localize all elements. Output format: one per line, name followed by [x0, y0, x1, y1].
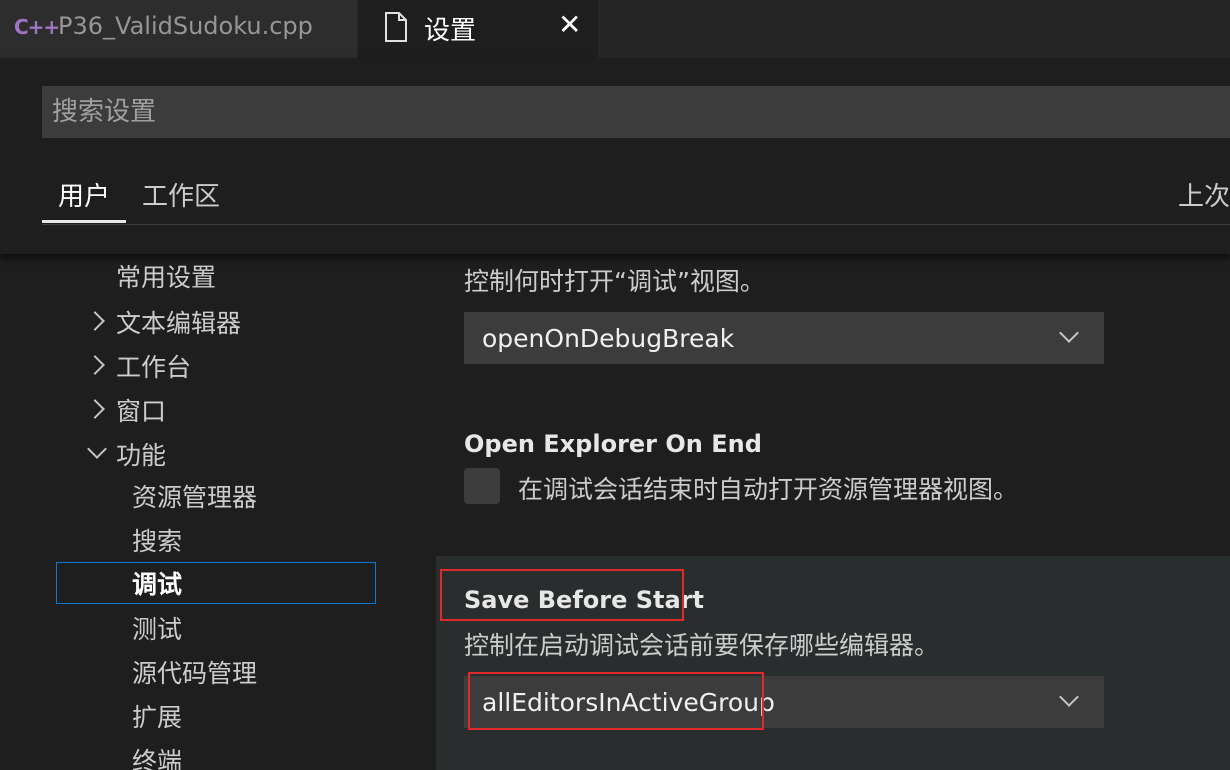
close-icon[interactable]: ✕ — [558, 8, 581, 41]
toc-item-search[interactable]: 搜索 — [132, 520, 182, 560]
toc-item-terminal[interactable]: 终端 — [132, 740, 182, 770]
open-explorer-on-end-checkbox[interactable] — [464, 468, 500, 504]
tab-cpp-file[interactable]: C++ P36_ValidSudoku.cpp — [0, 0, 358, 58]
chevron-right-icon — [85, 399, 105, 419]
toc-item-debug[interactable]: 调试 — [56, 562, 376, 604]
toc-item-label: 源代码管理 — [132, 659, 258, 688]
tab-settings-label: 设置 — [424, 16, 477, 46]
toc-item-explorer[interactable]: 资源管理器 — [132, 476, 257, 516]
chevron-down-icon — [1059, 687, 1079, 707]
editor-tab-bar: C++ P36_ValidSudoku.cpp 设置 ✕ — [0, 0, 1230, 58]
last-sync-label: 上次 — [1177, 182, 1230, 212]
tab-cpp-file-label: P36_ValidSudoku.cpp — [58, 12, 313, 40]
open-debug-value: openOnDebugBreak — [482, 323, 735, 353]
toc-item-window[interactable]: 窗口 — [84, 388, 384, 428]
save-before-start-description: 控制在启动调试会话前要保存哪些编辑器。 — [464, 631, 940, 660]
chevron-down-icon — [1059, 323, 1079, 343]
save-before-start-select[interactable]: allEditorsInActiveGroup — [464, 676, 1104, 728]
toc-item-testing[interactable]: 测试 — [132, 608, 182, 648]
toc-item-label: 功能 — [116, 441, 167, 470]
open-debug-select[interactable]: openOnDebugBreak — [464, 312, 1104, 364]
toc-item-label: 文本编辑器 — [116, 309, 242, 338]
tab-user[interactable]: 用户 — [58, 176, 110, 213]
toc-item-extensions[interactable]: 扩展 — [132, 696, 182, 736]
scope-tabs: 用户 工作区 上次 — [42, 158, 1230, 225]
toc-item-label: 工作台 — [116, 353, 192, 382]
save-before-start-title: Save Before Start — [464, 586, 704, 614]
settings-header: 用户 工作区 上次 — [0, 58, 1230, 254]
tab-workspace[interactable]: 工作区 — [142, 176, 220, 213]
search-settings-input[interactable] — [42, 86, 1230, 138]
save-before-start-row: Save Before Start 控制在启动调试会话前要保存哪些编辑器。 al… — [436, 556, 1230, 770]
toc-item-label: 资源管理器 — [132, 483, 258, 512]
chevron-down-icon — [87, 439, 107, 459]
toc-item-label: 搜索 — [132, 527, 183, 556]
toc-item-features[interactable]: 功能 — [84, 432, 384, 472]
save-before-start-value: allEditorsInActiveGroup — [482, 687, 775, 717]
toc-item-label: 测试 — [132, 615, 183, 644]
toc-item-label: 常用设置 — [116, 263, 217, 292]
tab-settings[interactable]: 设置 ✕ — [358, 0, 598, 58]
open-explorer-on-end-description: 在调试会话结束时自动打开资源管理器视图。 — [518, 475, 1019, 504]
open-explorer-on-end-title: Open Explorer On End — [464, 430, 762, 458]
toc-item-scm[interactable]: 源代码管理 — [132, 652, 257, 692]
toc-item-workbench[interactable]: 工作台 — [84, 344, 384, 384]
toc-item-commonly-used[interactable]: 常用设置 — [116, 256, 216, 296]
toc-item-label: 扩展 — [132, 703, 183, 732]
chevron-right-icon — [85, 311, 105, 331]
toc-item-label: 调试 — [132, 570, 183, 599]
toc-item-text-editor[interactable]: 文本编辑器 — [84, 300, 384, 340]
active-tab-indicator — [42, 220, 126, 223]
chevron-right-icon — [85, 355, 105, 375]
settings-content: 控制何时打开“调试”视图。 openOnDebugBreak Open Expl… — [436, 254, 1230, 770]
file-icon — [385, 12, 407, 42]
settings-toc: 常用设置 文本编辑器 工作台 窗口 功能 资源管理器 搜索 调试 测试 源代码管… — [0, 254, 436, 770]
cpp-file-icon: C++ — [14, 15, 60, 39]
toc-item-label: 终端 — [132, 747, 183, 770]
toc-item-label: 窗口 — [116, 397, 167, 426]
open-debug-description: 控制何时打开“调试”视图。 — [464, 267, 765, 296]
